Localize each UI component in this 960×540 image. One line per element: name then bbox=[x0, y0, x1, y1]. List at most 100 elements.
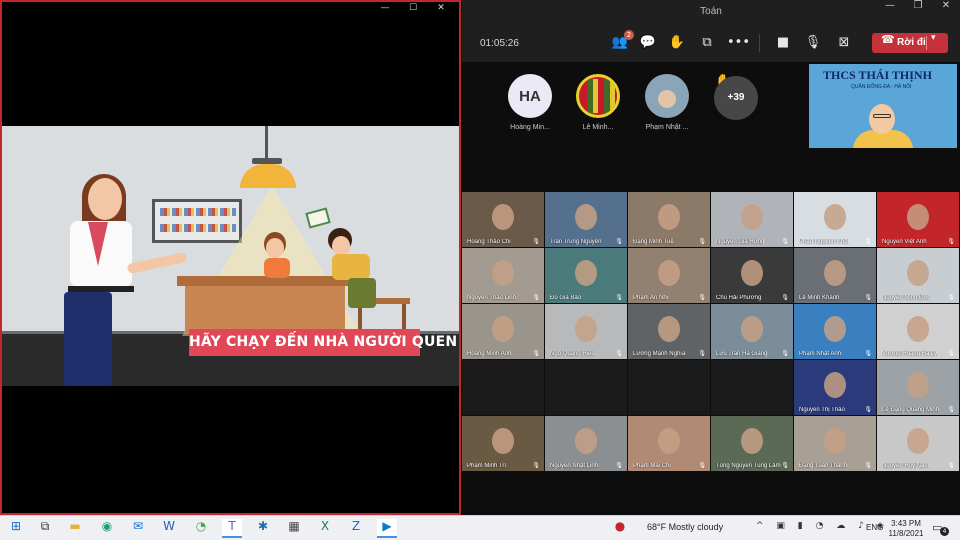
video-tile[interactable]: Lê Minh Khánh 🎙 bbox=[794, 248, 876, 303]
video-tile[interactable]: Hoàng Minh Anh 🎙 bbox=[462, 304, 544, 359]
weather-widget[interactable]: 68°F Mostly cloudy bbox=[647, 522, 723, 532]
word-icon: W bbox=[163, 519, 175, 533]
phone-hangup-icon: ☎ bbox=[881, 33, 895, 46]
edge-button[interactable]: ◉ bbox=[97, 519, 117, 538]
video-tile[interactable] bbox=[711, 360, 793, 415]
leave-button[interactable]: ☎ Rời đi ▾ bbox=[872, 33, 948, 53]
word-button[interactable]: W bbox=[159, 519, 179, 538]
close-button[interactable]: ✕ bbox=[932, 0, 960, 24]
video-tile[interactable]: Nguyễn Minh Đức 🎙 bbox=[877, 248, 959, 303]
camera-button[interactable]: ■ bbox=[773, 33, 793, 53]
video-tile[interactable]: Phạm An Nhi 🎙 bbox=[628, 248, 710, 303]
app-button[interactable]: ✱ bbox=[253, 519, 273, 538]
video-tile[interactable]: Nguyễn Thị Thảo 🎙 bbox=[794, 360, 876, 415]
mail-button[interactable]: ✉ bbox=[128, 519, 148, 538]
video-tile[interactable]: Phan Nguyên Khôi 🎙 bbox=[794, 192, 876, 247]
video-tile[interactable]: Đỗ Gia Bảo 🎙 bbox=[545, 248, 627, 303]
participant-face bbox=[575, 260, 597, 286]
video-grid: Hoàng Thảo Chi 🎙 Trần Trung Nguyên 🎙 Đặng Mi… bbox=[462, 192, 960, 472]
teacher-head bbox=[88, 178, 122, 220]
task-view-button[interactable]: ⧉ bbox=[35, 519, 55, 538]
muted-mic-icon: 🎙 bbox=[781, 294, 789, 301]
video-tile[interactable]: Lưu Trần Hà Giang 🎙 bbox=[711, 304, 793, 359]
participant-face bbox=[907, 428, 929, 454]
participant-tile[interactable]: Phạm Nhật ... bbox=[637, 74, 697, 131]
teams-button[interactable]: T bbox=[222, 519, 242, 538]
video-tile[interactable]: Nguyễn Thảo Linh 🎙 bbox=[462, 248, 544, 303]
video-player-button[interactable]: ▶ bbox=[377, 519, 397, 538]
participant-name: Ngô Quang Hiếu bbox=[550, 351, 595, 357]
close-button[interactable]: ✕ bbox=[427, 2, 455, 14]
video-tile[interactable]: Phạm Mai Chi 🎙 bbox=[628, 416, 710, 471]
video-tile[interactable]: Phạm Nhật Anh 🎙 bbox=[794, 304, 876, 359]
mic-button[interactable]: 🎙 bbox=[803, 33, 823, 53]
video-tile[interactable] bbox=[628, 360, 710, 415]
tray-app-button[interactable]: ● bbox=[610, 519, 630, 538]
avatar bbox=[576, 74, 620, 118]
share-button[interactable]: ⊠ bbox=[834, 33, 854, 53]
maximize-button[interactable]: ❐ bbox=[904, 0, 932, 24]
video-tile[interactable] bbox=[545, 360, 627, 415]
more-actions-button[interactable]: ••• bbox=[727, 33, 751, 53]
zalo-button[interactable]: Z bbox=[346, 519, 366, 538]
more-participants-button[interactable]: +39 bbox=[714, 76, 758, 120]
maximize-button[interactable]: ☐ bbox=[399, 2, 427, 14]
raise-hand-button[interactable]: ✋ bbox=[667, 33, 687, 53]
meeting-timer: 01:05:26 bbox=[480, 38, 519, 49]
rooms-icon: ⧉ bbox=[702, 35, 712, 50]
participant-tile[interactable]: HA Hoàng Min... bbox=[500, 74, 560, 131]
minimize-button[interactable]: — bbox=[876, 0, 904, 24]
minimize-button[interactable]: — bbox=[371, 2, 399, 14]
chrome-button[interactable]: ◔ bbox=[191, 519, 211, 538]
child-head bbox=[332, 236, 350, 256]
ellipsis-icon: ••• bbox=[727, 35, 751, 50]
video-tile[interactable]: Hoàng Thảo Chi 🎙 bbox=[462, 192, 544, 247]
video-tile[interactable]: Đặng Tuấn Thành 🎙 bbox=[794, 416, 876, 471]
file-explorer-button[interactable]: ▬ bbox=[65, 519, 85, 538]
muted-mic-icon: 🎙 bbox=[864, 462, 872, 469]
video-tile[interactable]: Nguyễn Huy Nam 🎙 bbox=[877, 416, 959, 471]
video-tile[interactable]: Phạm Minh Trí 🎙 bbox=[462, 416, 544, 471]
calculator-button[interactable]: ▦ bbox=[284, 519, 304, 538]
participant-tile[interactable]: Lê Minh... bbox=[568, 74, 628, 131]
presenter-video[interactable]: THCS THÁI THỊNH QUẬN ĐỐNG ĐA - HÀ NỘI bbox=[809, 64, 957, 148]
participant-face bbox=[907, 316, 929, 342]
rooms-button[interactable]: ⧉ bbox=[697, 33, 717, 53]
language-indicator[interactable]: ENG bbox=[866, 523, 883, 532]
video-tile[interactable]: Đặng Minh Tuệ 🎙 bbox=[628, 192, 710, 247]
muted-mic-icon: 🎙 bbox=[947, 350, 955, 357]
participant-face bbox=[658, 316, 680, 342]
chevron-down-icon[interactable]: ▾ bbox=[931, 33, 936, 43]
avatar-image bbox=[581, 79, 615, 113]
muted-mic-icon: 🎙 bbox=[532, 462, 540, 469]
app-icon: ◔ bbox=[195, 519, 207, 533]
presenter-glasses bbox=[873, 114, 891, 118]
video-tile[interactable]: Trần Trung Nguyên 🎙 bbox=[545, 192, 627, 247]
muted-mic-icon: 🎙 bbox=[864, 294, 872, 301]
video-tile[interactable]: Ngô Quang Hiếu 🎙 bbox=[545, 304, 627, 359]
participant-name: Phạm Mai Chi bbox=[633, 463, 671, 469]
clock-time: 3:43 PM bbox=[891, 519, 921, 528]
participant-face bbox=[824, 260, 846, 286]
video-tile[interactable]: Lê Đặng Quang Minh 🎙 bbox=[877, 360, 959, 415]
clock[interactable]: 3:43 PM 11/8/2021 bbox=[888, 519, 924, 539]
video-tile[interactable]: Vương Hoàng Hà Ly 🎙 bbox=[877, 304, 959, 359]
avatar: HA bbox=[508, 74, 552, 118]
video-tile[interactable]: Tống Nguyễn Tùng Lâm 🎙 bbox=[711, 416, 793, 471]
participant-face bbox=[824, 428, 846, 454]
participants-button[interactable]: 👥 2 bbox=[610, 30, 634, 53]
chat-button[interactable]: 💬 bbox=[638, 33, 658, 53]
video-tile[interactable]: Chu Hải Phương 🎙 bbox=[711, 248, 793, 303]
video-tile[interactable]: Nguyễn Nhật Linh 🎙 bbox=[545, 416, 627, 471]
participant-face bbox=[492, 260, 514, 286]
video-tile[interactable]: Nguyễn Việt Anh 🎙 bbox=[877, 192, 959, 247]
video-tile[interactable] bbox=[462, 360, 544, 415]
notification-button[interactable]: ▭ 4 bbox=[932, 521, 949, 536]
participant-name: Nguyễn Thị Thảo bbox=[799, 407, 845, 413]
excel-button[interactable]: X bbox=[315, 519, 335, 538]
muted-mic-icon: 🎙 bbox=[615, 294, 623, 301]
start-button[interactable]: ⊞ bbox=[6, 519, 26, 538]
video-tile[interactable]: Nguyễn Gia Hưng 🎙 bbox=[711, 192, 793, 247]
video-tile[interactable]: Lương Mạnh Nghĩa 🎙 bbox=[628, 304, 710, 359]
meeting-toolbar: 01:05:26 👥 2 💬 ✋ ⧉ ••• ■ 🎙 ⊠ ☎ Rời đi ▾ bbox=[462, 24, 960, 62]
